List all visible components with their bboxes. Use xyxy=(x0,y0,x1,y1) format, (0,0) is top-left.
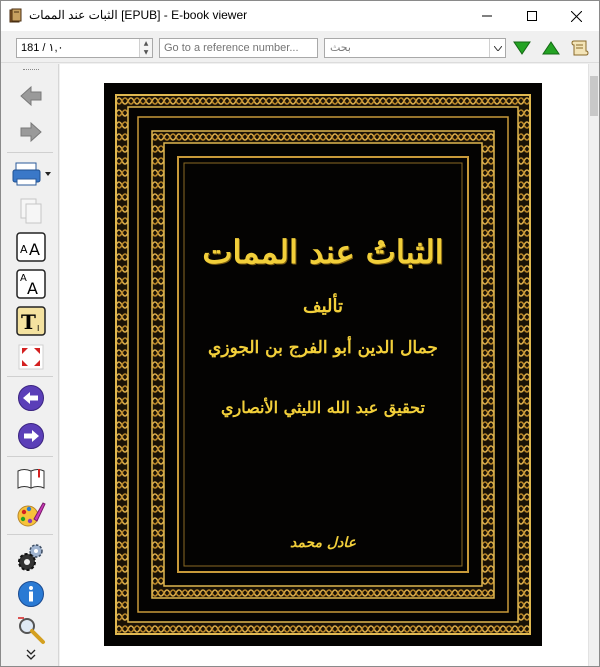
cover-author-label: تأليف xyxy=(302,296,344,317)
copy-icon[interactable] xyxy=(15,195,47,227)
print-icon[interactable] xyxy=(11,157,55,189)
scroll-reference-icon[interactable] xyxy=(569,37,591,59)
fullscreen-icon[interactable] xyxy=(15,341,47,373)
lookup-icon[interactable] xyxy=(15,614,47,646)
cover-ornament-frame xyxy=(115,94,531,635)
minimize-button[interactable] xyxy=(464,1,509,31)
separator xyxy=(7,376,53,377)
next-page-icon[interactable] xyxy=(15,420,47,452)
separator xyxy=(7,456,53,457)
close-button[interactable] xyxy=(554,1,599,31)
search-combobox[interactable]: بحث xyxy=(324,38,506,58)
window-title: الثبات عند الممات [EPUB] - E-book viewer xyxy=(29,8,248,22)
sidebar-toolbar: A A A A T I xyxy=(1,64,59,666)
app-icon xyxy=(8,8,24,24)
svg-text:I: I xyxy=(37,324,39,333)
page-number-spinbox[interactable]: 181 / ١,٠ ▲ ▼ xyxy=(16,38,153,58)
preferences-icon[interactable] xyxy=(15,541,47,573)
title-bar: الثبات عند الممات [EPUB] - E-book viewer xyxy=(1,1,599,31)
text-style-icon[interactable]: T I xyxy=(15,305,47,337)
chevron-down-icon[interactable] xyxy=(489,39,505,57)
spin-arrows[interactable]: ▲ ▼ xyxy=(139,39,152,57)
book-cover: الثباتُ عند الممات تأليف جمال الدين أبو … xyxy=(104,83,542,646)
maximize-button[interactable] xyxy=(509,1,554,31)
cover-author: جمال الدين أبو الفرج بن الجوزي xyxy=(208,338,438,358)
svg-text:A: A xyxy=(27,279,38,298)
reference-input[interactable] xyxy=(159,38,318,58)
font-smaller-icon[interactable]: A A xyxy=(15,268,47,300)
themes-icon[interactable] xyxy=(15,498,47,530)
search-placeholder: بحث xyxy=(330,41,351,54)
svg-text:T: T xyxy=(21,310,36,334)
page-number-value: 181 / ١,٠ xyxy=(21,42,64,54)
cover-title: الثباتُ عند الممات xyxy=(202,233,444,271)
cover-calligrapher-signature: عادل محمد xyxy=(290,535,356,551)
spin-up-icon[interactable]: ▲ xyxy=(140,39,152,48)
back-icon[interactable] xyxy=(15,80,47,112)
previous-page-icon[interactable] xyxy=(15,382,47,414)
scrollbar-thumb[interactable] xyxy=(590,76,598,116)
forward-icon[interactable] xyxy=(15,116,47,148)
separator xyxy=(7,152,53,153)
toolbar-grip[interactable] xyxy=(23,69,39,72)
find-previous-icon[interactable] xyxy=(540,37,562,59)
spin-down-icon[interactable]: ▼ xyxy=(140,48,152,57)
ebook-viewer-window: الثبات عند الممات [EPUB] - E-book viewer… xyxy=(0,0,600,667)
svg-text:A: A xyxy=(20,243,28,256)
cover-editor: تحقيق عبد الله الليثي الأنصاري xyxy=(221,398,425,417)
svg-text:A: A xyxy=(29,240,40,259)
font-larger-icon[interactable]: A A xyxy=(15,231,47,263)
info-icon[interactable] xyxy=(15,578,47,610)
vertical-scrollbar[interactable] xyxy=(588,64,599,666)
separator xyxy=(7,534,53,535)
svg-text:A: A xyxy=(20,273,27,284)
table-of-contents-icon[interactable] xyxy=(15,462,47,494)
find-next-icon[interactable] xyxy=(511,37,533,59)
toolbar: 181 / ١,٠ ▲ ▼ بحث xyxy=(1,31,599,63)
more-icon[interactable] xyxy=(15,646,47,664)
